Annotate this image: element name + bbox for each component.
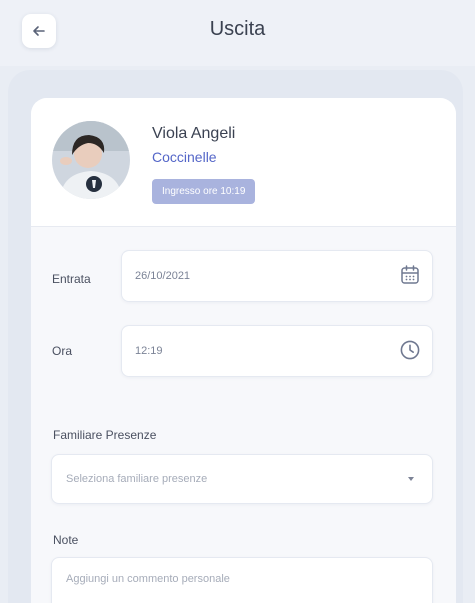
family-member-label: Familiare Presenze <box>53 428 157 442</box>
exit-form-card: Viola Angeli Coccinelle Ingresso ore 10:… <box>31 98 456 603</box>
family-member-select[interactable]: Seleziona familiare presenze <box>51 454 433 504</box>
page-title: Uscita <box>209 18 266 40</box>
entry-date-value: 26/10/2021 <box>135 270 191 282</box>
time-field[interactable]: 12:19 <box>121 325 433 377</box>
family-member-placeholder: Seleziona familiare presenze <box>66 473 208 485</box>
entry-date-label: Entrata <box>52 272 91 286</box>
time-label: Ora <box>52 344 73 358</box>
note-textarea[interactable]: Aggiungi un commento personale <box>51 557 433 603</box>
chevron-down-icon <box>408 477 414 481</box>
entry-date-field[interactable]: 26/10/2021 <box>121 250 433 302</box>
child-name: Viola Angeli <box>152 125 236 142</box>
note-label: Note <box>53 533 79 547</box>
top-bar: Uscita <box>0 0 475 66</box>
time-value: 12:19 <box>135 345 163 357</box>
clock-icon[interactable] <box>399 339 421 361</box>
child-profile: Viola Angeli Coccinelle Ingresso ore 10:… <box>31 98 456 227</box>
avatar <box>52 121 130 199</box>
entry-time-badge: Ingresso ore 10:19 <box>152 179 256 204</box>
note-placeholder: Aggiungi un commento personale <box>66 573 230 585</box>
group-name: Coccinelle <box>152 149 217 165</box>
calendar-icon[interactable] <box>399 264 421 286</box>
